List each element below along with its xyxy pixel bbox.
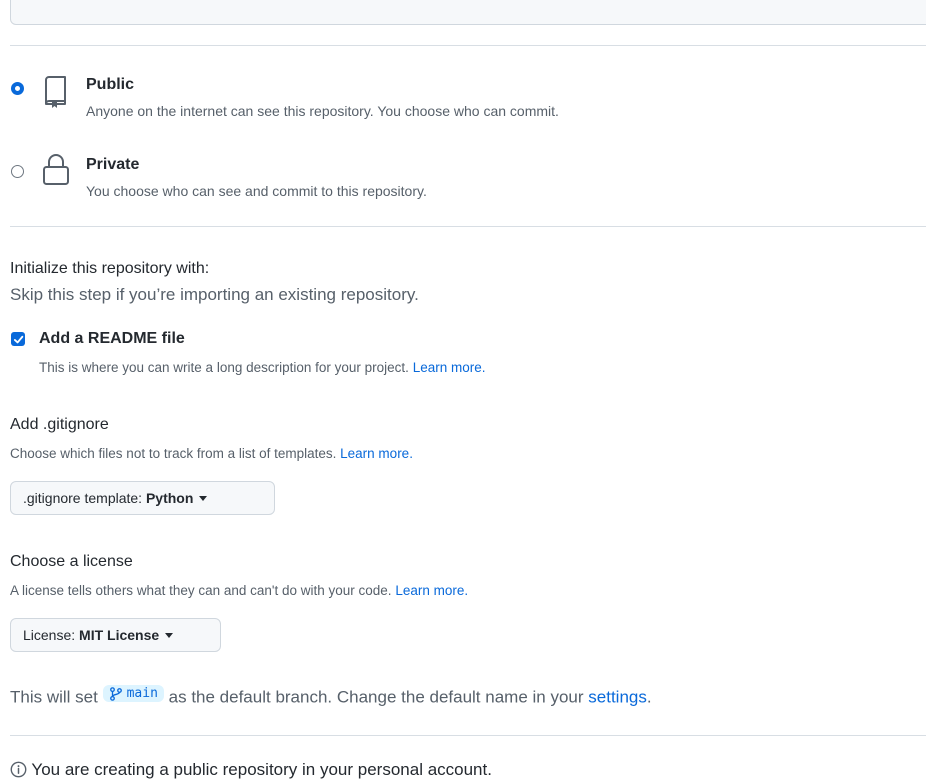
readme-learn-more-link[interactable]: Learn more. [413,360,486,375]
info-text: You are creating a public repository in … [31,760,492,779]
license-learn-more-link[interactable]: Learn more. [395,583,468,598]
initialize-subtitle: Skip this step if you’re importing an ex… [10,285,419,304]
divider [10,735,926,736]
branch-name: main [126,686,158,701]
divider [10,45,926,46]
settings-link[interactable]: settings [588,688,647,707]
readme-checkbox[interactable] [11,332,25,346]
lock-icon [40,150,72,191]
info-icon [10,761,27,783]
gitignore-template-button[interactable]: .gitignore template: Python [10,481,275,515]
public-radio[interactable] [11,82,24,95]
git-branch-icon [109,686,122,701]
default-branch-line: This will set main as the default branch… [10,685,652,708]
public-description: Anyone on the internet can see this repo… [86,103,559,119]
readme-label: Add a README file [39,330,185,347]
repo-icon [42,74,70,115]
public-label: Public [86,76,135,93]
info-line: You are creating a public repository in … [10,760,492,783]
branch-middle: as the default branch. Change the defaul… [168,687,584,707]
license-title: Choose a license [10,553,133,570]
gitignore-description: Choose which files not to track from a l… [10,446,337,461]
readme-description-line: This is where you can write a long descr… [39,360,485,375]
branch-prefix: This will set [10,687,98,707]
license-description: A license tells others what they can and… [10,583,392,598]
license-description-line: A license tells others what they can and… [10,583,468,598]
branch-suffix: . [646,687,652,707]
gitignore-title: Add .gitignore [10,416,109,433]
gitignore-learn-more-link[interactable]: Learn more. [340,446,413,461]
private-radio[interactable] [11,165,24,178]
caret-down-icon [199,495,208,501]
divider [10,226,926,227]
gitignore-description-line: Choose which files not to track from a l… [10,446,413,461]
caret-down-icon [165,632,174,638]
license-button[interactable]: License: MIT License [10,618,221,652]
initialize-title: Initialize this repository with: [10,260,210,277]
description-input[interactable] [10,0,926,25]
gitignore-button-prefix: .gitignore template: [23,490,146,506]
license-button-prefix: License: [23,627,80,643]
branch-chip: main [102,685,164,702]
check-icon [13,335,23,343]
license-button-value: MIT License [79,627,160,643]
readme-description: This is where you can write a long descr… [39,360,409,375]
private-description: You choose who can see and commit to thi… [86,183,427,199]
gitignore-button-value: Python [145,490,194,506]
private-label: Private [86,156,140,173]
